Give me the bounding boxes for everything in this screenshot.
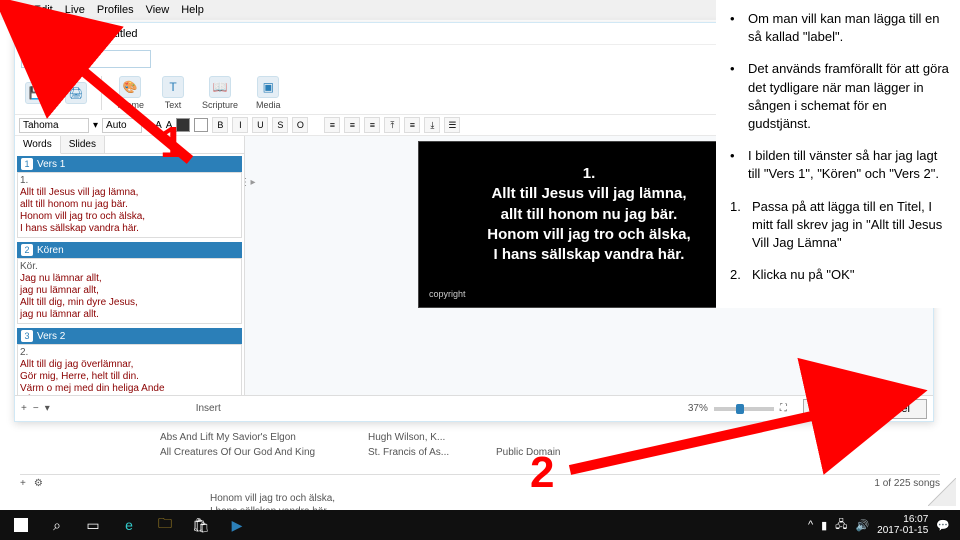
- table-row[interactable]: All Creatures Of Our God And King St. Fr…: [160, 445, 586, 460]
- battery-icon[interactable]: ▮: [821, 519, 827, 532]
- remove-section-button[interactable]: −: [33, 403, 39, 414]
- section-number: 1: [21, 158, 33, 170]
- callout-arrow-2: [560, 400, 860, 485]
- section-label-text: Kören: [37, 245, 64, 256]
- valign-middle-button[interactable]: ≡: [404, 117, 420, 133]
- song-title-cell: All Creatures Of Our God And King: [160, 445, 350, 460]
- store-icon[interactable]: 🛍: [184, 512, 218, 538]
- network-icon[interactable]: 🖧: [835, 516, 847, 535]
- tab-words[interactable]: Words: [15, 136, 61, 154]
- align-right-button[interactable]: ≡: [364, 117, 380, 133]
- preview-line: allt till honom nu jag bär.: [429, 205, 749, 225]
- valign-top-button[interactable]: ⤒: [384, 117, 400, 133]
- menu-file[interactable]: File: [4, 4, 22, 16]
- lyrics-section[interactable]: 3 Vers 2 2.Allt till dig jag överlämnar,Gö…: [17, 328, 242, 395]
- callout-arrow-1: [60, 50, 220, 175]
- section-label-bar[interactable]: 3 Vers 2: [17, 328, 242, 344]
- save-icon: 💾: [25, 82, 47, 104]
- strike-button[interactable]: S: [272, 117, 288, 133]
- align-left-button[interactable]: ≡: [324, 117, 340, 133]
- align-center-button[interactable]: ≡: [344, 117, 360, 133]
- song-author-cell: Hugh Wilson, K...: [368, 430, 478, 445]
- preview-line: Allt till Jesus vill jag lämna,: [429, 184, 749, 204]
- media-app-icon[interactable]: ▶: [220, 512, 254, 538]
- copyright-label: copyright: [429, 289, 749, 299]
- section-body[interactable]: 1.Allt till Jesus vill jag lämna,allt ti…: [17, 172, 242, 238]
- dialog-title: Song Editor - Untitled: [33, 28, 138, 40]
- section-label-bar[interactable]: 2 Kören: [17, 242, 242, 258]
- app-play-icon: [21, 29, 29, 39]
- system-clock[interactable]: 16:07 2017-01-15: [877, 514, 928, 536]
- preview-line: I hans sällskap vandra här.: [429, 245, 749, 265]
- slide-preview: 1. Allt till Jesus vill jag lämna, allt …: [419, 142, 759, 307]
- media-icon: ▣: [257, 76, 279, 98]
- notifications-icon[interactable]: 💬: [936, 519, 950, 532]
- callout-number-2: 2: [530, 448, 554, 498]
- search-icon[interactable]: ⌕: [40, 512, 74, 538]
- instruction-panel: •Om man vill kan man lägga till en så ka…: [716, 0, 960, 308]
- chevron-down-icon[interactable]: ▾: [45, 403, 50, 414]
- section-label-text: Vers 2: [37, 331, 65, 342]
- menu-view[interactable]: View: [146, 4, 170, 16]
- gear-icon[interactable]: ⚙: [34, 478, 43, 489]
- page-curl-decoration: [928, 478, 956, 506]
- outline-button[interactable]: O: [292, 117, 308, 133]
- section-body[interactable]: Kör.Jag nu lämnar allt,jag nu lämnar all…: [17, 258, 242, 324]
- valign-bottom-button[interactable]: ⤓: [424, 117, 440, 133]
- save-button[interactable]: 💾: [21, 80, 51, 106]
- preview-line: Honom vill jag tro och älska,: [429, 225, 749, 245]
- section-body[interactable]: 2.Allt till dig jag överlämnar,Gör mig, …: [17, 344, 242, 395]
- cancel-button[interactable]: Cancel: [859, 399, 927, 419]
- insert-label: Insert: [196, 403, 221, 414]
- section-number: 2: [21, 244, 33, 256]
- lyrics-section[interactable]: 2 Kören Kör.Jag nu lämnar allt,jag nu lämn…: [17, 242, 242, 324]
- windows-taskbar[interactable]: ⌕ ▭ e 🗀 🛍 ▶ ^ ▮ 🖧 🔊 16:07 2017-01-15 💬: [0, 510, 960, 540]
- pane-resize-handle[interactable]: ⋮▸: [244, 175, 252, 189]
- start-button[interactable]: [4, 512, 38, 538]
- tray-chevron-icon[interactable]: ^: [808, 519, 813, 531]
- clock-time: 16:07: [877, 514, 928, 525]
- section-number: 3: [21, 330, 33, 342]
- media-label: Media: [256, 100, 281, 110]
- note-bullet-3: I bilden till vänster så har jag lagt ti…: [748, 147, 952, 183]
- add-icon[interactable]: +: [20, 478, 26, 489]
- italic-button[interactable]: I: [232, 117, 248, 133]
- file-explorer-icon[interactable]: 🗀: [148, 512, 182, 538]
- menu-live[interactable]: Live: [65, 4, 85, 16]
- menu-edit[interactable]: Edit: [34, 4, 53, 16]
- note-step-2: Klicka nu på "OK": [752, 266, 854, 284]
- menu-help[interactable]: Help: [181, 4, 204, 16]
- clock-date: 2017-01-15: [877, 525, 928, 536]
- song-library-table: Abs And Lift My Savior's Elgon Hugh Wils…: [160, 430, 586, 460]
- note-step-1: Passa på att lägga till en Titel, I mitt…: [752, 198, 952, 253]
- song-title-cell: Abs And Lift My Savior's Elgon: [160, 430, 350, 445]
- note-bullet-2: Det används framförallt för att göra det…: [748, 60, 952, 133]
- table-row[interactable]: Abs And Lift My Savior's Elgon Hugh Wils…: [160, 430, 586, 445]
- task-view-icon[interactable]: ▭: [76, 512, 110, 538]
- preview-line-number: 1.: [429, 164, 749, 184]
- callout-number-1: 1: [160, 118, 184, 168]
- media-button[interactable]: ▣ Media: [252, 74, 285, 112]
- list-button[interactable]: ☰: [444, 117, 460, 133]
- edge-icon[interactable]: e: [112, 512, 146, 538]
- note-bullet-1: Om man vill kan man lägga till en så kal…: [748, 10, 952, 46]
- song-author-cell: St. Francis of As...: [368, 445, 478, 460]
- menu-profiles[interactable]: Profiles: [97, 4, 134, 16]
- volume-icon[interactable]: 🔊: [855, 519, 869, 532]
- underline-button[interactable]: U: [252, 117, 268, 133]
- add-section-button[interactable]: +: [21, 403, 27, 414]
